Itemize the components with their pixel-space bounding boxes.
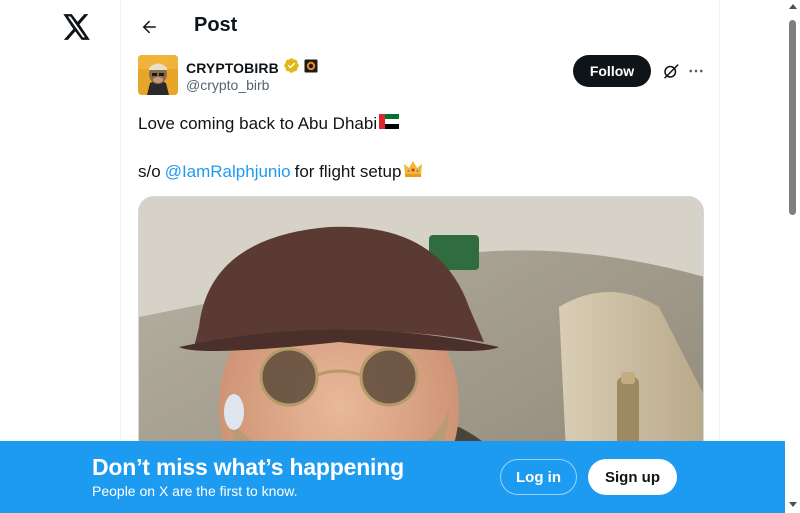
post-author-row: CRYPTOBIRB @crypto_birb Follow	[138, 55, 708, 97]
page-header: Post	[121, 0, 720, 53]
left-nav	[0, 0, 120, 513]
scroll-thumb[interactable]	[789, 20, 796, 215]
post-line-2: s/o @IamRalphjunio for flight setup	[138, 160, 704, 184]
signup-button[interactable]: Sign up	[588, 459, 677, 495]
banner-subtitle: People on X are the first to know.	[92, 483, 298, 499]
post-body: Love coming back to Abu Dhabi s/o @IamRa…	[138, 112, 704, 184]
post-line-1: Love coming back to Abu Dhabi	[138, 112, 704, 136]
login-button[interactable]: Log in	[500, 459, 577, 495]
crown-emoji-icon	[403, 160, 423, 185]
author-name-line[interactable]: CRYPTOBIRB	[186, 57, 318, 79]
gold-verified-badge-icon	[283, 57, 300, 79]
post-text-prefix: s/o	[138, 162, 161, 181]
page-scrollbar[interactable]	[785, 0, 800, 513]
mention-link[interactable]: @IamRalphjunio	[165, 160, 291, 184]
post-text-line1: Love coming back to Abu Dhabi	[138, 114, 378, 133]
x-logo-icon[interactable]	[60, 10, 94, 44]
scroll-down-arrow-icon[interactable]	[789, 502, 797, 507]
affiliate-badge-icon[interactable]	[304, 59, 318, 78]
banner-title: Don’t miss what’s happening	[92, 454, 404, 480]
avatar[interactable]	[138, 55, 178, 95]
more-dots-icon[interactable]	[684, 59, 708, 83]
page-title: Post	[194, 14, 238, 36]
follow-button[interactable]: Follow	[573, 55, 651, 87]
back-arrow-icon[interactable]	[135, 13, 163, 41]
post-text-suffix: for flight setup	[294, 162, 402, 181]
grok-icon[interactable]	[659, 59, 683, 83]
author-display-name[interactable]: CRYPTOBIRB	[186, 60, 279, 76]
signup-banner: Don’t miss what’s happening People on X …	[0, 441, 785, 513]
scroll-up-arrow-icon[interactable]	[789, 4, 797, 9]
post-detail-column: Post CRYPTOBIRB @crypto_birb Follow Love…	[120, 0, 720, 513]
uae-flag-emoji-icon	[379, 112, 400, 136]
author-handle[interactable]: @crypto_birb	[186, 77, 269, 93]
